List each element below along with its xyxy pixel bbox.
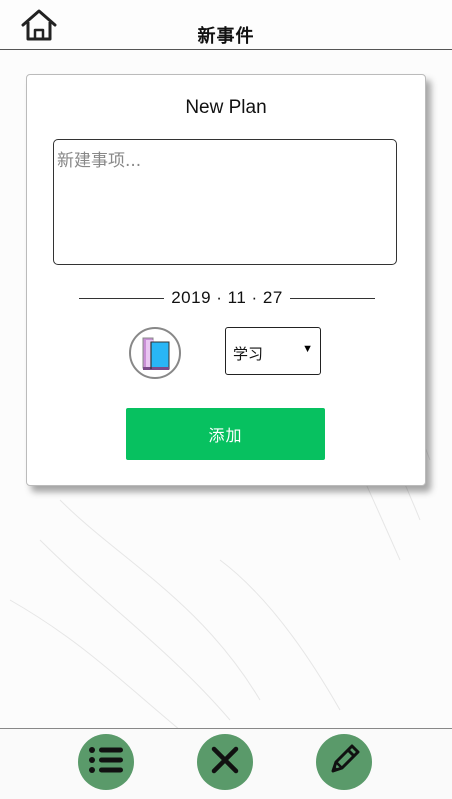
date-display: 2019 · 11 · 27 — [79, 287, 375, 309]
plan-input[interactable] — [53, 139, 397, 265]
card-title: New Plan — [185, 97, 267, 118]
bottom-tab-bar — [0, 728, 452, 799]
app-header: 新事件 — [0, 0, 452, 50]
tab-list[interactable] — [78, 734, 134, 790]
tab-delete[interactable] — [197, 734, 253, 790]
page-title: 新事件 — [197, 26, 255, 47]
list-icon — [86, 744, 126, 781]
category-select[interactable]: 学习 ▼ — [225, 327, 321, 375]
date-text: 2019 · 11 · 27 — [171, 288, 283, 307]
category-select-value: 学习 — [233, 345, 264, 363]
date-divider-left — [79, 297, 165, 299]
pencil-icon — [324, 740, 364, 785]
book-icon[interactable] — [129, 327, 181, 379]
tab-edit[interactable] — [316, 734, 372, 790]
add-button[interactable]: 添加 — [126, 408, 325, 460]
chevron-down-icon: ▼ — [302, 343, 313, 355]
date-divider-right — [289, 297, 375, 299]
new-plan-card: New Plan 2019 · 11 · 27 学习 ▼ 添加 — [26, 74, 426, 486]
close-icon — [209, 744, 241, 781]
